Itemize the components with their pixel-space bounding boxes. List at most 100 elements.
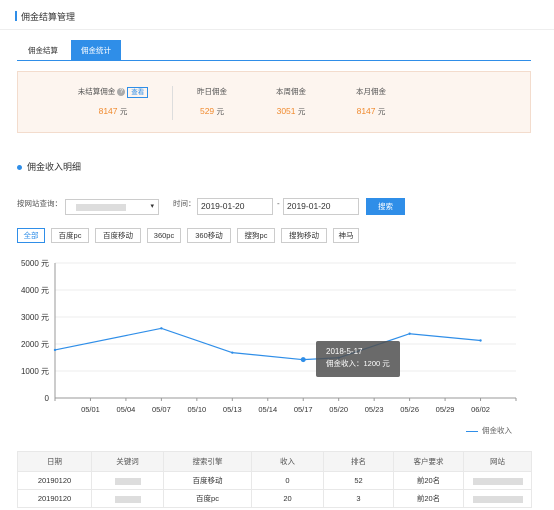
site-select[interactable]: ▾: [65, 199, 159, 215]
chip-all[interactable]: 全部: [17, 228, 45, 243]
chip-baidu-mobile[interactable]: 百度移动: [95, 228, 141, 243]
chip-360-mobile[interactable]: 360移动: [187, 228, 231, 243]
x-tick-label: 05/20: [329, 405, 348, 414]
x-tick-label: 05/17: [294, 405, 313, 414]
data-point: [160, 327, 163, 330]
cell-date: 20190120: [17, 471, 92, 490]
redacted-website: [472, 495, 523, 503]
chip-shenma[interactable]: 神马: [333, 228, 359, 243]
title-accent-bar: [15, 11, 17, 21]
summary-month-unit: 元: [377, 107, 386, 116]
summary-yesterday-unit: 元: [216, 107, 225, 116]
col-keyword[interactable]: 关键词: [91, 451, 164, 472]
summary-unsettled-value: 8147: [98, 106, 118, 116]
chip-360-pc[interactable]: 360pc: [147, 228, 181, 243]
page-header: 佣金结算管理: [0, 0, 554, 30]
x-tick-label: 05/13: [223, 405, 242, 414]
cell-website: [463, 489, 532, 508]
y-tick-label: 5000 元: [21, 259, 49, 268]
chip-sogou-pc[interactable]: 搜狗pc: [237, 228, 275, 243]
table-row[interactable]: 20190120 百度移动 0 52 前20名: [17, 471, 532, 490]
chip-sogou-mobile[interactable]: 搜狗移动: [281, 228, 327, 243]
cell-requirement: 前20名: [393, 471, 464, 490]
site-select-value-redacted: [76, 204, 126, 211]
summary-yesterday-value: 529: [199, 106, 215, 116]
summary-month-value: 8147: [356, 106, 376, 116]
section-title-text: 佣金收入明细: [27, 162, 82, 172]
x-tick-label: 05/29: [436, 405, 455, 414]
redacted-keyword: [114, 495, 141, 503]
tooltip-date: 2018-5-17: [326, 347, 363, 356]
cell-engine: 百度pc: [163, 489, 252, 508]
tab-bar: 佣金结算 佣金统计: [17, 40, 531, 61]
cell-engine: 百度移动: [163, 471, 252, 490]
table-row[interactable]: 20190120 百度pc 20 3 前20名: [17, 489, 532, 508]
y-tick-label: 1000 元: [21, 367, 49, 376]
x-tick-label: 05/04: [117, 405, 136, 414]
chart-tooltip: 2018-5-17 佣金收入：1200 元: [316, 341, 400, 377]
view-button[interactable]: 查看: [127, 86, 149, 98]
summary-unsettled: 未结算佣金? 查看 8147 元: [58, 86, 168, 117]
cell-income: 0: [251, 471, 324, 490]
summary-unsettled-unit: 元: [119, 107, 128, 116]
chart-legend[interactable]: 佣金收入: [466, 425, 512, 436]
summary-panel: 未结算佣金? 查看 8147 元 昨日佣金 529 元 本周佣金 3051 元 本…: [17, 71, 531, 133]
col-requirement[interactable]: 客户要求: [393, 451, 464, 472]
section-title: 佣金收入明细: [17, 160, 81, 173]
table-header-row: 日期 关键词 搜索引擎 收入 排名 客户要求 网站: [17, 451, 532, 472]
site-filter-label: 按网站查询：: [17, 199, 62, 208]
data-point: [53, 348, 57, 352]
data-point: [479, 339, 482, 342]
data-point: [300, 357, 306, 363]
x-tick-label: 06/02: [471, 405, 490, 414]
data-point: [231, 351, 234, 354]
question-icon[interactable]: ?: [117, 88, 126, 97]
x-tick-label: 05/01: [81, 405, 100, 414]
col-income[interactable]: 收入: [251, 451, 324, 472]
cell-rank: 52: [323, 471, 394, 490]
commission-chart: 0 1000 元 2000 元 3000 元 4000 元 5000 元 05/01 05/0…: [0, 252, 554, 442]
x-tick-label: 05/07: [152, 405, 171, 414]
cell-rank: 3: [323, 489, 394, 508]
summary-month-label: 本月佣金: [356, 87, 386, 96]
cell-date: 20190120: [17, 489, 92, 508]
commission-table: 日期 关键词 搜索引擎 收入 排名 客户要求 网站 20190120 百度移动 …: [17, 451, 532, 508]
summary-unsettled-label: 未结算佣金: [77, 87, 116, 96]
x-tick-label: 05/10: [187, 405, 206, 414]
legend-line-icon: [466, 430, 478, 432]
x-tick-label: 05/23: [365, 405, 384, 414]
tab-commission-settlement[interactable]: 佣金结算: [17, 40, 69, 61]
bullet-dot-icon: [17, 165, 22, 171]
cell-keyword: [91, 489, 164, 508]
summary-month: 本月佣金 8147 元: [316, 86, 426, 117]
summary-week-value: 3051: [276, 106, 296, 116]
col-website[interactable]: 网站: [463, 451, 532, 472]
x-tick-label: 05/26: [400, 405, 419, 414]
summary-week-unit: 元: [297, 107, 306, 116]
commission-line-chart: 0 1000 元 2000 元 3000 元 4000 元 5000 元 05/01 05/0…: [21, 259, 517, 414]
search-button[interactable]: 搜索: [366, 198, 405, 215]
col-date[interactable]: 日期: [17, 451, 92, 472]
y-tick-label: 3000 元: [21, 313, 49, 322]
date-from-input[interactable]: 2019-01-20: [197, 198, 273, 215]
chip-baidu-pc[interactable]: 百度pc: [51, 228, 89, 243]
col-rank[interactable]: 排名: [323, 451, 394, 472]
redacted-website: [472, 477, 523, 485]
legend-label: 佣金收入: [482, 426, 512, 435]
x-tick-label: 05/14: [258, 405, 277, 414]
cell-keyword: [91, 471, 164, 490]
data-point: [408, 332, 411, 335]
cell-requirement: 前20名: [393, 489, 464, 508]
tooltip-value: 佣金收入：1200 元: [326, 359, 390, 368]
chevron-down-icon: ▾: [150, 203, 154, 210]
y-tick-label: 0: [45, 394, 50, 403]
tab-commission-stats[interactable]: 佣金统计: [71, 40, 121, 61]
cell-income: 20: [251, 489, 324, 508]
y-tick-label: 2000 元: [21, 340, 49, 349]
col-search-engine[interactable]: 搜索引擎: [163, 451, 252, 472]
redacted-keyword: [114, 477, 141, 485]
cell-website: [463, 471, 532, 490]
time-filter-label: 时间：: [173, 199, 196, 208]
page-title: 佣金结算管理: [21, 12, 76, 22]
date-to-input[interactable]: 2019-01-20: [283, 198, 359, 215]
